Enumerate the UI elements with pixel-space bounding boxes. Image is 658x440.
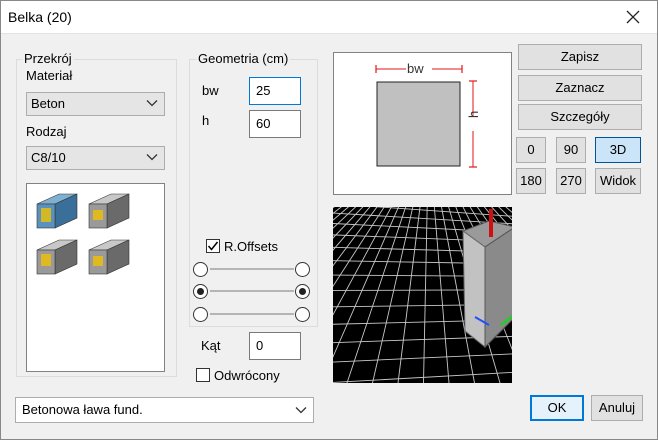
- grid-line: [333, 207, 357, 229]
- beam-thumbnail-4[interactable]: [88, 239, 130, 275]
- offset-radio-top-right[interactable]: [295, 262, 310, 277]
- chevron-down-icon: [295, 407, 307, 414]
- anuluj-button[interactable]: Anuluj: [591, 395, 643, 421]
- zaznacz-button[interactable]: Zaznacz: [518, 75, 642, 101]
- material-label: Materiał: [26, 68, 73, 83]
- geometria-legend: Geometria (cm): [196, 51, 291, 66]
- szczegoly-button[interactable]: Szczegóły: [518, 104, 642, 130]
- 3d-grid-canvas: [333, 207, 512, 383]
- rodzaj-label: Rodzaj: [26, 124, 67, 139]
- offset-radio-bot-right[interactable]: [295, 307, 310, 322]
- beam-left-face: [462, 230, 486, 349]
- grid-line: [333, 207, 385, 288]
- material-value: Beton: [31, 96, 65, 111]
- view-0-button[interactable]: 0: [516, 137, 546, 163]
- offset-slider-mid: [210, 290, 294, 292]
- grid-line: [333, 207, 350, 221]
- view-90-button[interactable]: 90: [556, 137, 586, 163]
- view-3d-button[interactable]: 3D: [595, 137, 641, 163]
- preview-bw-label: bw: [407, 61, 424, 76]
- ok-button[interactable]: OK: [530, 395, 584, 421]
- view-180-button[interactable]: 180: [516, 168, 546, 194]
- beam-thumbnail-3[interactable]: [36, 239, 78, 275]
- grid-line: [372, 207, 414, 383]
- preview-h-label: h: [466, 110, 481, 118]
- grid-line: [333, 371, 512, 383]
- grid-line: [397, 207, 421, 383]
- kat-input[interactable]: 0: [249, 332, 301, 360]
- kat-label: Kąt: [201, 338, 221, 353]
- grid-line: [333, 353, 512, 363]
- beam-thumbnail-1[interactable]: [36, 193, 78, 229]
- title-bar: [0, 0, 658, 34]
- chevron-down-icon: [146, 100, 158, 107]
- close-icon[interactable]: [622, 6, 644, 28]
- material-select[interactable]: Beton: [26, 92, 165, 116]
- check-icon: [207, 241, 219, 251]
- h-input[interactable]: 60: [249, 110, 301, 138]
- offset-radio-mid-right[interactable]: [295, 284, 310, 299]
- offset-radio-mid-left[interactable]: [193, 284, 208, 299]
- zapisz-button[interactable]: Zapisz: [518, 44, 642, 70]
- beam-right-face: [484, 228, 512, 349]
- view-270-button[interactable]: 270: [556, 168, 586, 194]
- offset-radio-bot-left[interactable]: [193, 307, 208, 322]
- chevron-down-icon: [146, 154, 158, 161]
- offsets-checkbox[interactable]: [206, 239, 220, 253]
- profile-value: Betonowa ława fund.: [22, 402, 143, 417]
- offset-slider-top: [210, 268, 294, 270]
- odwrocony-checkbox[interactable]: [196, 368, 210, 382]
- rodzaj-select[interactable]: C8/10: [26, 146, 165, 170]
- grid-line: [333, 207, 399, 358]
- offsets-label: R.Offsets: [224, 239, 278, 254]
- window-title: Belka (20): [8, 9, 72, 25]
- profile-select[interactable]: Betonowa ława fund.: [15, 397, 314, 423]
- 3d-view[interactable]: [333, 207, 512, 383]
- grid-line: [423, 207, 428, 383]
- przekroj-legend: Przekrój: [22, 51, 74, 66]
- grid-line: [333, 207, 335, 209]
- grid-line: [333, 207, 342, 214]
- bw-label: bw: [202, 83, 219, 98]
- bw-input[interactable]: 25: [249, 77, 301, 105]
- odwrocony-label: Odwrócony: [214, 368, 280, 383]
- widok-button[interactable]: Widok: [595, 168, 641, 194]
- offset-slider-bot: [210, 313, 294, 315]
- rodzaj-value: C8/10: [31, 150, 66, 165]
- section-gallery[interactable]: [26, 183, 165, 372]
- grid-line: [333, 207, 386, 383]
- offset-radio-top-left[interactable]: [193, 262, 208, 277]
- h-label: h: [202, 113, 210, 128]
- beam-thumbnail-2[interactable]: [88, 193, 130, 229]
